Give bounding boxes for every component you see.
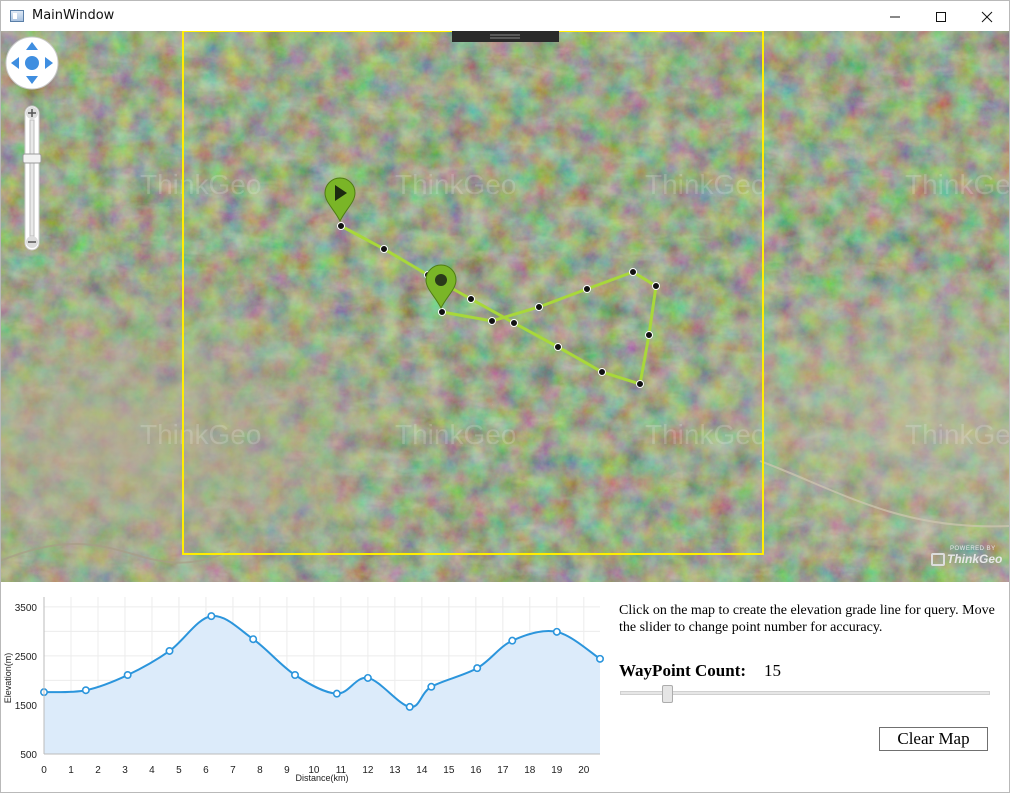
waypoint-count-value: 15 [764, 661, 781, 680]
zoom-slider-thumb[interactable] [22, 153, 42, 164]
route-layer [182, 31, 764, 555]
control-panel: Click on the map to create the elevation… [610, 582, 1010, 793]
thinkgeo-logo-icon [931, 553, 945, 566]
query-boundary [182, 31, 764, 555]
pan-control[interactable] [5, 36, 61, 92]
maximize-icon [936, 11, 946, 22]
x-tick-label: 19 [551, 765, 563, 776]
title-bar: MainWindow [0, 0, 1010, 31]
x-tick-label: 5 [176, 765, 182, 776]
y-axis-title: Elevation(m) [3, 653, 13, 704]
x-tick-label: 14 [416, 765, 428, 776]
elevation-point [508, 636, 517, 645]
waypoint[interactable] [535, 303, 543, 311]
waypoint[interactable] [467, 295, 475, 303]
elevation-point [473, 664, 482, 673]
waypoint[interactable] [583, 285, 591, 293]
x-tick-label: 17 [497, 765, 509, 776]
minimize-icon [890, 16, 900, 17]
elevation-point [363, 673, 372, 682]
waypoint[interactable] [636, 380, 644, 388]
zoom-control[interactable] [21, 102, 43, 254]
x-tick-label: 3 [122, 765, 128, 776]
y-tick-label: 500 [20, 750, 37, 761]
end-marker-icon[interactable] [425, 264, 457, 310]
pan-center-icon[interactable] [25, 56, 39, 70]
zoom-out-icon[interactable] [26, 236, 38, 248]
waypoint-slider-thumb[interactable] [662, 685, 673, 703]
app-icon [10, 10, 24, 22]
map-view[interactable]: ThinkGeo ThinkGeo ThinkGeo ThinkGeo Thin… [0, 31, 1010, 582]
elevation-point [405, 702, 414, 711]
waypoint[interactable] [652, 282, 660, 290]
y-tick-label: 3500 [15, 603, 38, 614]
elevation-point [249, 635, 258, 644]
x-tick-label: 18 [524, 765, 536, 776]
elevation-point [81, 686, 90, 695]
elevation-point [427, 682, 436, 691]
waypoint-count-label: WayPoint Count: [619, 661, 747, 680]
instructions-text: Click on the map to create the elevation… [619, 603, 995, 635]
waypoint[interactable] [629, 268, 637, 276]
x-tick-label: 4 [149, 765, 155, 776]
elevation-chart-svg: 0 1 2 3 4 5 6 7 8 9 10 11 12 13 14 15 16 17 18 19 2050015002… [3, 597, 604, 783]
y-tick-label: 2500 [15, 652, 38, 663]
waypoint[interactable] [488, 317, 496, 325]
start-marker-icon[interactable] [324, 177, 356, 223]
x-tick-label: 15 [443, 765, 455, 776]
x-tick-label: 13 [389, 765, 401, 776]
x-tick-label: 8 [257, 765, 263, 776]
elevation-point [123, 671, 132, 680]
x-tick-label: 9 [284, 765, 290, 776]
x-tick-label: 16 [470, 765, 482, 776]
window-title: MainWindow [32, 8, 115, 23]
x-tick-label: 2 [95, 765, 101, 776]
x-tick-label: 0 [41, 765, 47, 776]
y-tick-label: 1500 [15, 701, 38, 712]
close-button[interactable] [964, 1, 1010, 32]
close-icon [981, 11, 993, 22]
waypoint[interactable] [380, 245, 388, 253]
waypoint[interactable] [438, 308, 446, 316]
elevation-point [595, 654, 604, 663]
thinkgeo-logo: POWERED BY ThinkGeo [929, 546, 1005, 578]
elevation-point [207, 612, 216, 621]
elevation-point [332, 689, 341, 698]
clear-map-button[interactable]: Clear Map [879, 727, 988, 751]
elevation-point [165, 646, 174, 655]
x-axis-title: Distance(km) [295, 773, 348, 783]
waypoint[interactable] [645, 331, 653, 339]
x-tick-label: 6 [203, 765, 209, 776]
elevation-point [291, 671, 300, 680]
x-tick-label: 1 [68, 765, 74, 776]
waypoint[interactable] [554, 343, 562, 351]
elevation-chart: 0 1 2 3 4 5 6 7 8 9 10 11 12 13 14 15 16 17 18 19 20 500 1500 2… [0, 582, 610, 793]
elevation-area [44, 615, 600, 754]
waypoint[interactable] [598, 368, 606, 376]
elevation-route-line[interactable] [340, 224, 658, 386]
waypoint-slider-track[interactable] [620, 691, 990, 695]
minimize-button[interactable] [872, 1, 918, 32]
panel-handle[interactable] [452, 31, 559, 42]
x-tick-label: 20 [578, 765, 590, 776]
zoom-in-icon[interactable] [26, 107, 38, 119]
maximize-button[interactable] [918, 1, 964, 32]
x-tick-label: 12 [362, 765, 374, 776]
elevation-point [552, 627, 561, 636]
x-tick-label: 7 [230, 765, 236, 776]
waypoint[interactable] [337, 222, 345, 230]
waypoint[interactable] [510, 319, 518, 327]
